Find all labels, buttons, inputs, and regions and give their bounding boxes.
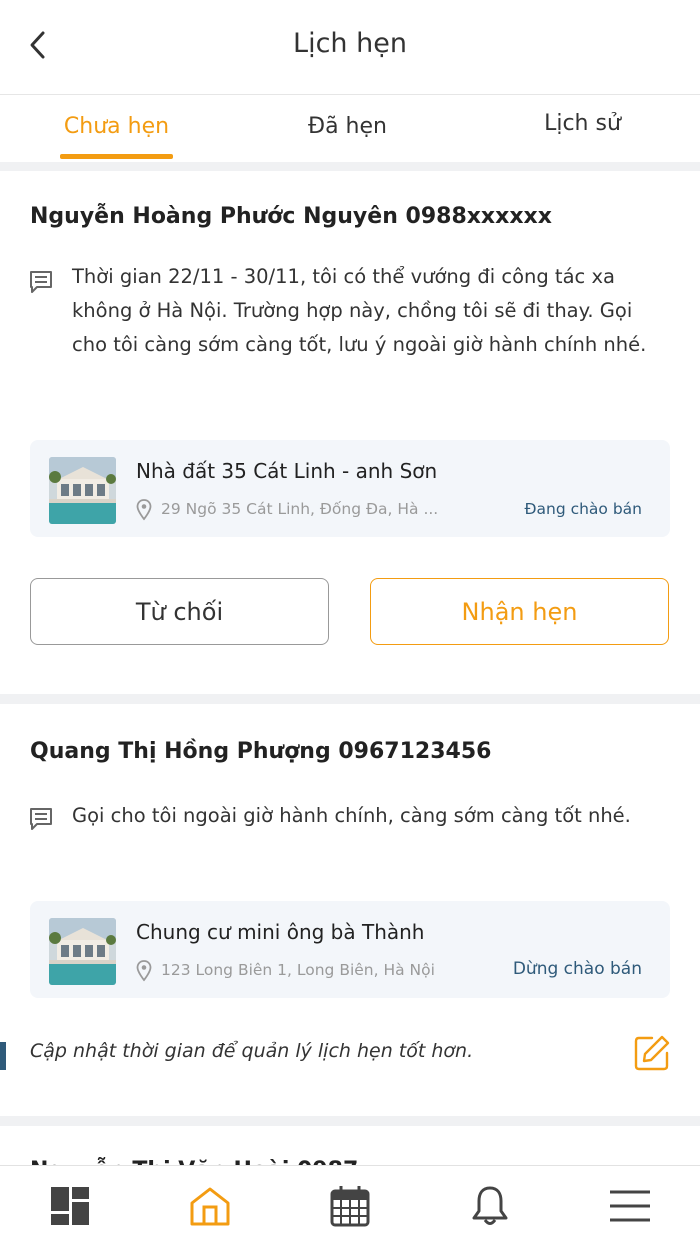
menu-icon (610, 1190, 650, 1222)
tip-indicator (0, 1042, 6, 1070)
calendar-icon (330, 1186, 370, 1227)
note-line: không ở Hà Nội. Trường hợp này, chồng tô… (72, 299, 633, 322)
property-address: 29 Ngõ 35 Cát Linh, Đống Đa, Hà ... (161, 500, 439, 518)
property-card[interactable]: Nhà đất 35 Cát Linh - anh Sơn 29 Ngõ 35 … (30, 440, 670, 537)
appointment-note: Gọi cho tôi ngoài giờ hành chính, càng s… (72, 799, 672, 833)
nav-calendar[interactable] (328, 1184, 372, 1228)
divider (0, 694, 700, 704)
divider (0, 162, 700, 171)
divider (0, 1116, 700, 1126)
location-pin-icon (136, 960, 152, 982)
bottom-navigation (0, 1165, 700, 1244)
bell-icon (472, 1186, 508, 1225)
customer-name: Quang Thị Hồng Phượng 0967123456 (30, 739, 492, 764)
nav-notifications[interactable] (468, 1184, 512, 1228)
nav-dashboard[interactable] (48, 1184, 92, 1228)
property-thumbnail (49, 457, 116, 524)
update-time-tip: Cập nhật thời gian để quản lý lịch hẹn t… (30, 1040, 474, 1062)
message-icon (30, 808, 52, 830)
property-status: Đang chào bán (524, 500, 642, 518)
nav-menu[interactable] (608, 1184, 652, 1228)
app-header: Lịch hẹn (0, 0, 700, 95)
appointment-note: Thời gian 22/11 - 30/11, tôi có thể vướn… (72, 260, 672, 362)
reject-button[interactable]: Từ chối (30, 578, 329, 645)
property-status: Dừng chào bán (512, 959, 642, 979)
note-line: cho tôi càng sớm càng tốt, lưu ý ngoài g… (72, 333, 647, 356)
property-address: 123 Long Biên 1, Long Biên, Hà Nội (161, 961, 435, 979)
tab-chua-hen[interactable]: Chưa hẹn (60, 114, 173, 139)
tab-bar: Chưa hẹn Đã hẹn Lịch sử (0, 96, 700, 162)
tab-lich-su[interactable]: Lịch sử (525, 111, 640, 136)
location-pin-icon (136, 499, 152, 521)
edit-icon[interactable] (632, 1033, 672, 1073)
accept-button[interactable]: Nhận hẹn (370, 578, 669, 645)
page-title: Lịch hẹn (293, 28, 407, 59)
dashboard-icon (51, 1187, 89, 1225)
home-icon (190, 1187, 230, 1226)
property-thumbnail (49, 918, 116, 985)
property-name: Nhà đất 35 Cát Linh - anh Sơn (136, 459, 438, 483)
tab-da-hen[interactable]: Đã hẹn (290, 114, 405, 139)
property-name: Chung cư mini ông bà Thành (136, 920, 425, 944)
note-line: Gọi cho tôi ngoài giờ hành chính, càng s… (72, 804, 631, 827)
customer-name: Nguyễn Hoàng Phước Nguyên 0988xxxxxx (30, 204, 552, 229)
property-card[interactable]: Chung cư mini ông bà Thành 123 Long Biên… (30, 901, 670, 998)
note-line: Thời gian 22/11 - 30/11, tôi có thể vướn… (72, 265, 615, 288)
nav-home[interactable] (188, 1184, 232, 1228)
active-tab-indicator (60, 154, 173, 159)
message-icon (30, 271, 52, 293)
